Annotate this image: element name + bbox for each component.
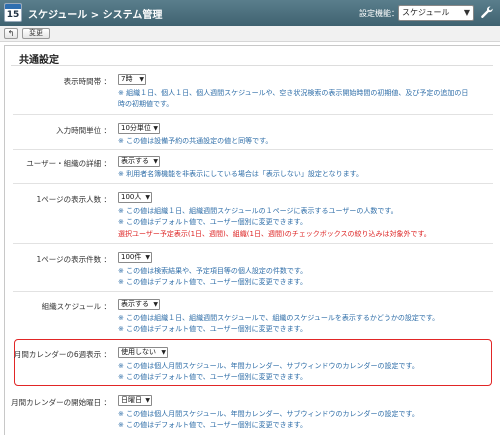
- setting-label: 組織スケジュール ：: [41, 302, 111, 311]
- org-schedule-select[interactable]: 表示する ▼: [118, 299, 160, 310]
- select-value: 使用しない: [121, 348, 156, 356]
- back-button[interactable]: ↰: [4, 28, 18, 39]
- setting-note: ※ この値は組織１日、組織週間スケジュールの１ページに表示するユーザーの人数です…: [118, 207, 398, 215]
- row-divider: [13, 291, 493, 292]
- setting-note: ※ この値は検索結果や、予定項目等の個人設定の件数です。: [118, 267, 308, 275]
- select-value: 100人: [121, 193, 142, 201]
- six-week-display-select[interactable]: 使用しない ▼: [118, 347, 168, 358]
- section-title: 共通設定: [19, 55, 59, 66]
- user-details-select[interactable]: 表示する ▼: [118, 156, 160, 167]
- setting-note: ※ 利用者名簿機能を非表示にしている場合は「表示しない」設定となります。: [118, 170, 363, 178]
- select-value: 表示する: [121, 157, 149, 165]
- setting-note: 時の初期値です。: [118, 100, 174, 108]
- items-per-page-select[interactable]: 100件 ▼: [118, 252, 152, 263]
- setting-note: ※ この値はデフォルト値で、ユーザー個別に変更できます。: [118, 278, 307, 286]
- chevron-down-icon: ▼: [161, 349, 166, 356]
- wrench-icon[interactable]: [480, 5, 494, 21]
- select-value: 7時: [121, 75, 133, 83]
- chevron-down-icon: ▼: [463, 8, 470, 17]
- setting-label: 1ページの表示件数 ：: [36, 255, 111, 264]
- chevron-down-icon: ▼: [153, 301, 158, 308]
- chevron-down-icon: ▼: [145, 194, 150, 201]
- setting-note: ※ この値はデフォルト値で、ユーザー個別に変更できます。: [118, 325, 307, 333]
- select-value: 表示する: [121, 300, 149, 308]
- setting-note: ※ この値は組織１日、組織週間スケジュールで、組織のスケジュールを表示するかどう…: [118, 314, 440, 322]
- function-select-value: スケジュール: [402, 8, 450, 17]
- page-title: スケジュール > システム管理: [28, 10, 163, 21]
- settings-panel: 共通設定 表示時間帯 ： 7時 ▼ ※ 組織１日、個人１日、個人週間スケジュールや…: [4, 45, 500, 435]
- row-divider: [13, 243, 493, 244]
- setting-label: 月間カレンダーの開始曜日 ：: [11, 398, 111, 407]
- function-label: 設定機能：: [359, 9, 399, 18]
- setting-note: ※ この値は設備予約の共通設定の値と同等です。: [118, 137, 273, 145]
- chevron-down-icon: ▼: [145, 254, 150, 261]
- toolbar: ↰ 変更: [0, 26, 500, 42]
- setting-note: ※ 組織１日、個人１日、個人週間スケジュールや、空き状況検索の表示開始時間の初期…: [118, 89, 469, 97]
- display-hours-select[interactable]: 7時 ▼: [118, 74, 146, 85]
- week-start-select[interactable]: 日曜日 ▼: [118, 395, 152, 406]
- setting-label: ユーザー・組織の詳細 ：: [26, 159, 111, 168]
- setting-note: ※ この値はデフォルト値で、ユーザー個別に変更できます。: [118, 218, 307, 226]
- select-value: 10分単位: [121, 124, 151, 132]
- function-select[interactable]: スケジュール ▼: [398, 5, 474, 21]
- select-value: 日曜日: [121, 396, 142, 404]
- chevron-down-icon: ▼: [145, 397, 150, 404]
- app-header: 15 スケジュール > システム管理 設定機能： スケジュール ▼: [0, 0, 500, 26]
- setting-label: 入力時間単位 ：: [56, 126, 111, 135]
- row-divider: [13, 183, 493, 184]
- setting-label: 1ページの表示人数 ：: [36, 195, 111, 204]
- change-button[interactable]: 変更: [22, 28, 50, 39]
- warning-note: 選択ユーザー予定表示(1日、週間)、組織(1日、週間)のチェックボックスの絞り込…: [118, 230, 431, 238]
- chevron-down-icon: ▼: [153, 125, 158, 132]
- setting-note: ※ この値は個人月間スケジュール、年間カレンダー、サブウィンドウのカレンダーの設…: [118, 410, 419, 418]
- setting-note: ※ この値はデフォルト値で、ユーザー個別に変更できます。: [118, 373, 307, 381]
- calendar-day: 15: [6, 10, 20, 20]
- persons-per-page-select[interactable]: 100人 ▼: [118, 192, 152, 203]
- input-unit-select[interactable]: 10分単位 ▼: [118, 123, 160, 134]
- setting-label: 月間カレンダーの6週表示 ：: [13, 350, 111, 359]
- chevron-down-icon: ▼: [139, 76, 144, 83]
- row-divider: [13, 149, 493, 150]
- setting-note: ※ この値はデフォルト値で、ユーザー個別に変更できます。: [118, 421, 307, 429]
- setting-label: 表示時間帯 ：: [63, 77, 111, 86]
- chevron-down-icon: ▼: [153, 158, 158, 165]
- calendar-icon: 15: [4, 3, 22, 22]
- setting-note: ※ この値は個人月間スケジュール、年間カレンダー、サブウィンドウのカレンダーの設…: [118, 362, 419, 370]
- select-value: 100件: [121, 253, 142, 261]
- row-divider: [13, 114, 493, 115]
- section-divider: [11, 65, 493, 66]
